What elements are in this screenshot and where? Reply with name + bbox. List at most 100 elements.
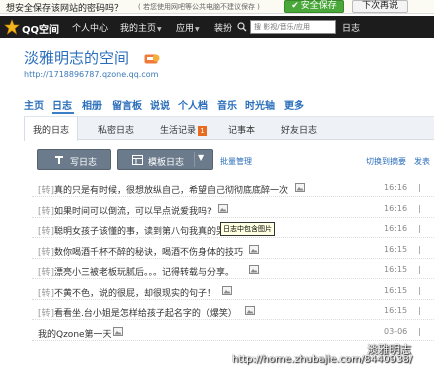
password-save-bar: 想安全保存该网站的密码吗？ ( 若您使用网吧等公共电脑不建议保存 ) ✔ 安全保存…: [0, 0, 434, 14]
image-icon: [249, 265, 260, 274]
image-icon: [245, 306, 255, 315]
row-divider: |: [418, 183, 421, 192]
main-nav-diary[interactable]: 日志: [52, 97, 72, 112]
diary-time: 16:15: [384, 306, 408, 315]
main-nav-shuoshuo[interactable]: 说说: [150, 97, 170, 112]
row-divider: |: [418, 285, 421, 295]
nav-apps-label: 应用: [176, 24, 195, 34]
template-diary-button[interactable]: 模板日志 ▼: [117, 149, 213, 170]
batch-manage-link[interactable]: 批量管理: [220, 156, 252, 167]
main-nav-timeline[interactable]: 时光轴: [245, 97, 275, 112]
chevron-down-icon: ▼: [195, 26, 200, 33]
main-nav-album[interactable]: 相册: [82, 97, 102, 112]
main-nav-guestbook[interactable]: 留言板: [112, 97, 142, 112]
nav-diary-right[interactable]: 日志: [342, 21, 360, 34]
main-nav-more[interactable]: 更多: [284, 97, 304, 112]
save-password-label: 安全保存: [300, 1, 337, 11]
qzone-star-icon[interactable]: [4, 19, 20, 35]
diary-title-link[interactable]: 看看坐.台小姐是怎样给孩子起名字的（爆笑）: [54, 306, 237, 319]
diary-time: 16:16: [384, 224, 408, 233]
search-input[interactable]: [251, 21, 331, 33]
search-icon: [237, 22, 247, 32]
tab-private-diary[interactable]: 私密日志: [98, 123, 134, 136]
diary-sub-tabs: 我的日志 私密日志 生活记录 1 记事本 好友日志: [24, 116, 434, 141]
nav-my-homepage-label: 我的主页: [120, 24, 157, 34]
diary-title-link[interactable]: 漂亮小三被老板玩腻后。。。记得转载与分享。: [54, 265, 234, 278]
template-diary-label: 模板日志: [148, 158, 185, 168]
repost-tag: [转]: [38, 206, 55, 217]
main-nav-profile[interactable]: 个人档: [178, 97, 208, 112]
diary-title-link[interactable]: 真的只是有时候，很想放纵自己，希望自己彻彻底底醉一次: [54, 183, 288, 196]
diary-time: 16:15: [384, 244, 408, 254]
vip-badge-icon[interactable]: [144, 53, 160, 64]
qzone-brand[interactable]: QQ空间: [22, 21, 59, 36]
switch-summary-link[interactable]: 切换到摘要: [366, 156, 406, 167]
button-divider: [194, 152, 195, 167]
diary-row[interactable]: [转] 看看坐.台小姐是怎样给孩子起名字的（爆笑） 16:15 |: [32, 301, 434, 320]
diary-row[interactable]: [转] 漂亮小三被老板玩腻后。。。记得转载与分享。 16:15 |: [32, 260, 434, 279]
row-divider: |: [418, 306, 421, 315]
diary-title-link[interactable]: 不黄不色，说的很屁，却很现实的句子！: [54, 286, 216, 299]
image-icon: [294, 183, 305, 192]
repost-tag: [转]: [38, 288, 55, 299]
check-icon: ✔: [291, 1, 299, 11]
main-nav-home[interactable]: 主页: [24, 97, 44, 112]
space-title[interactable]: 淡雅明志的空间: [24, 47, 129, 68]
diary-row[interactable]: [转] 真的只是有时候，很想放纵自己，希望自己彻彻底底醉一次 16:16 |: [32, 178, 434, 197]
nav-decorate-label: 装扮: [214, 24, 233, 34]
tab-life-record[interactable]: 生活记录 1: [160, 123, 208, 136]
repost-tag: [转]: [38, 247, 55, 258]
qq-toolbar: QQ空间 个人中心 我的主页▼ 应用▼ 装扮 日志: [0, 16, 434, 38]
tab-my-diary[interactable]: 我的日志: [24, 117, 79, 141]
nav-personal-center[interactable]: 个人中心: [72, 21, 108, 34]
chevron-down-icon[interactable]: ▼: [198, 153, 204, 162]
diary-time: 16:16: [384, 203, 408, 213]
write-diary-button[interactable]: 写日志: [37, 149, 111, 170]
diary-time: 16:16: [384, 183, 408, 192]
diary-title-link[interactable]: 数你喝酒千杯不醉的秘诀，喝酒不伤身体的技巧: [54, 245, 243, 258]
row-divider: |: [418, 265, 421, 274]
chevron-down-icon: ▼: [157, 26, 162, 33]
repost-tag: [转]: [38, 186, 55, 196]
password-save-question: 想安全保存该网站的密码吗？: [6, 4, 124, 14]
image-icon: [217, 203, 228, 213]
main-nav-music[interactable]: 音乐: [217, 97, 237, 112]
repost-tag: [转]: [38, 309, 55, 319]
nav-my-homepage[interactable]: 我的主页▼: [120, 21, 162, 34]
repost-tag: [转]: [38, 227, 55, 237]
diary-title-link[interactable]: 我的Qzone第一天: [38, 327, 112, 340]
image-icon: [249, 244, 260, 254]
tab-count-badge: 1: [198, 126, 208, 136]
search-box: [250, 20, 336, 34]
row-divider: |: [418, 326, 421, 336]
diary-row[interactable]: [转] 不黄不色，说的很屁，却很现实的句子！ 16:15 |: [32, 281, 434, 300]
tab-friends-diary[interactable]: 好友日志: [281, 123, 317, 136]
nav-decorate[interactable]: 装扮: [214, 21, 232, 34]
diary-time: 16:15: [384, 285, 408, 295]
diary-title-link[interactable]: 如果时间可以倒流，可以早点说爱我吗?: [54, 204, 212, 217]
diary-row[interactable]: 我的Qzone第一天 03-06 |: [32, 322, 434, 341]
diary-row[interactable]: [转] 数你喝酒千杯不醉的秘诀，喝酒不伤身体的技巧 16:15 |: [32, 240, 434, 259]
image-tooltip: 日志中包含图片: [220, 222, 275, 236]
diary-time: 16:15: [384, 265, 408, 274]
password-save-note: ( 若您使用网吧等公共电脑不建议保存 ): [138, 3, 260, 11]
diary-row[interactable]: [转] 如果时间可以倒流，可以早点说爱我吗? 16:16 |: [32, 199, 434, 218]
row-divider: |: [418, 203, 421, 213]
write-diary-label: 写日志: [70, 158, 98, 168]
diary-title-link[interactable]: 聪明女孩子该懂的事，读到第八句我真的哭了: [54, 224, 234, 237]
image-icon: [221, 285, 232, 295]
later-button[interactable]: 下次再说: [352, 0, 408, 13]
save-password-button[interactable]: ✔ 安全保存: [284, 0, 344, 13]
tab-life-record-label: 生活记录: [160, 126, 197, 136]
template-grid-icon: [132, 155, 143, 165]
tab-notebook[interactable]: 记事本: [228, 123, 255, 136]
repost-tag: [转]: [38, 268, 55, 278]
watermark-url: http://home.zhubajie.com/8440938/: [232, 354, 413, 365]
image-icon: [112, 326, 123, 336]
post-link[interactable]: 发表: [414, 156, 430, 167]
nav-apps[interactable]: 应用▼: [176, 21, 200, 34]
diary-time: 03-06: [384, 326, 408, 336]
active-nav-indicator: [52, 112, 74, 114]
letter-t-icon: [55, 156, 63, 164]
space-url[interactable]: http://1718896787.qzone.qq.com: [24, 70, 158, 79]
